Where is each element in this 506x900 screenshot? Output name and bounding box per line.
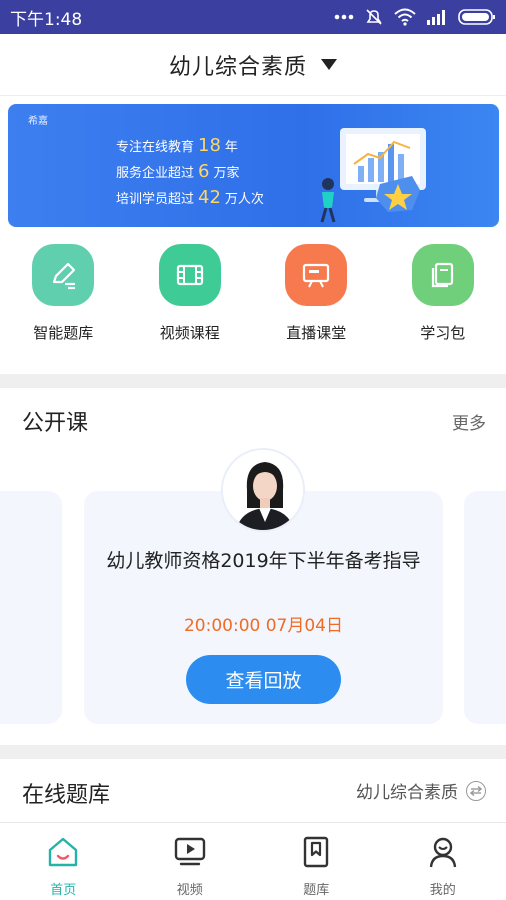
quick-nav-study-pack[interactable]: 学习包 xyxy=(380,244,506,354)
swap-icon xyxy=(466,780,486,801)
banner-stats: 专注在线教育 18 年 服务企业超过 6 万家 培训学员超过 42 万人次 xyxy=(116,134,264,212)
bookmark-icon xyxy=(299,835,333,873)
quick-nav: 智能题库 视频课程 直播课堂 学习包 xyxy=(0,244,506,354)
status-time: 下午1:48 xyxy=(10,9,83,30)
online-bank-title: 在线题库 xyxy=(22,783,111,808)
signal-icon xyxy=(426,9,448,25)
banner-illustration xyxy=(320,128,426,223)
online-bank-subject: 幼儿综合素质 xyxy=(356,783,458,803)
home-icon xyxy=(46,835,80,873)
status-bar: 下午1:48 xyxy=(0,0,506,34)
pencil-edit-icon xyxy=(32,244,95,306)
film-icon xyxy=(158,244,221,306)
quick-nav-live-class[interactable]: 直播课堂 xyxy=(253,244,380,354)
tab-video[interactable]: 视频 xyxy=(127,823,254,900)
open-class-more-link[interactable]: 更多 xyxy=(452,409,486,434)
book-icon xyxy=(411,244,474,306)
bottom-nav: 首页 视频 题库 我的 xyxy=(0,822,506,900)
promo-banner[interactable]: 希嘉 专注在线教育 18 年 服务企业超过 6 万家 培训学员超过 42 万人次 xyxy=(8,104,499,227)
tab-label: 首页 xyxy=(50,883,77,898)
quick-nav-video-course[interactable]: 视频课程 xyxy=(127,244,254,354)
open-class-title: 公开课 xyxy=(22,411,89,436)
banner-line: 专注在线教育 18 年 xyxy=(116,135,238,156)
banner-line: 培训学员超过 42 万人次 xyxy=(116,187,264,208)
quick-nav-label: 视频课程 xyxy=(159,324,220,342)
banner-line: 服务企业超过 6 万家 xyxy=(116,161,240,182)
online-bank-subject-switch[interactable]: 幼儿综合素质 xyxy=(356,778,486,803)
teacher-avatar xyxy=(221,448,305,532)
course-time: 20:00:00 07月04日 xyxy=(183,616,344,636)
tab-label: 题库 xyxy=(303,883,330,898)
tab-question-bank[interactable]: 题库 xyxy=(253,823,380,900)
battery-icon xyxy=(458,8,496,26)
section-divider xyxy=(0,374,506,388)
subject-title: 幼儿综合素质 xyxy=(168,54,307,80)
banner-logo: 希嘉 xyxy=(28,116,48,127)
profile-icon xyxy=(426,835,460,873)
course-title: 幼儿教师资格2019年下半年备考指导 xyxy=(106,550,421,572)
tab-label: 视频 xyxy=(176,883,203,898)
quick-nav-label: 学习包 xyxy=(420,324,466,342)
next-course-card[interactable] xyxy=(464,491,506,724)
subject-selector[interactable]: 幼儿综合素质 xyxy=(0,34,506,96)
section-divider xyxy=(0,745,506,759)
quick-nav-label: 直播课堂 xyxy=(286,324,347,342)
tab-home[interactable]: 首页 xyxy=(0,823,127,900)
tab-label: 我的 xyxy=(429,883,456,898)
video-play-icon xyxy=(173,835,207,873)
quick-nav-label: 智能题库 xyxy=(33,324,94,342)
caret-down-icon xyxy=(321,59,337,70)
more-dots-icon xyxy=(334,14,354,20)
status-icons xyxy=(334,7,496,27)
wifi-icon xyxy=(394,8,416,26)
quick-nav-question-bank[interactable]: 智能题库 xyxy=(0,244,127,354)
prev-course-card[interactable] xyxy=(0,491,62,724)
tab-profile[interactable]: 我的 xyxy=(380,823,506,900)
watch-replay-button[interactable]: 查看回放 xyxy=(186,655,341,704)
live-screen-icon xyxy=(285,244,348,306)
notification-mute-icon xyxy=(364,7,384,27)
